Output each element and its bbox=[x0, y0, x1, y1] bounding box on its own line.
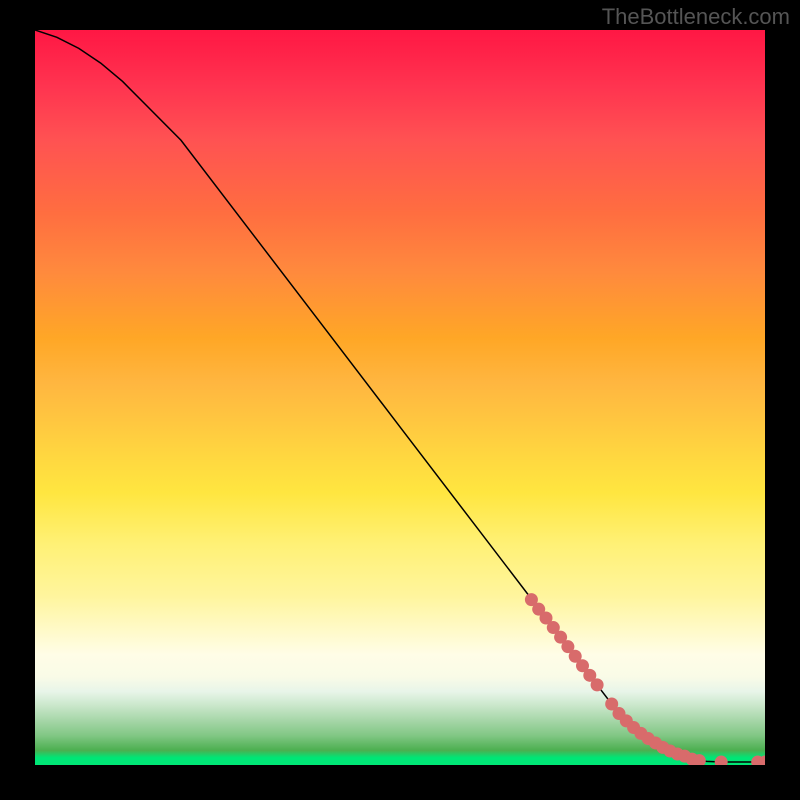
watermark-text: TheBottleneck.com bbox=[602, 4, 790, 30]
curve-group bbox=[35, 30, 765, 762]
bottleneck-curve bbox=[35, 30, 765, 762]
points-group bbox=[525, 593, 765, 765]
data-point bbox=[715, 756, 728, 765]
data-point bbox=[591, 678, 604, 691]
chart-svg bbox=[35, 30, 765, 765]
chart-plot-area bbox=[35, 30, 765, 765]
